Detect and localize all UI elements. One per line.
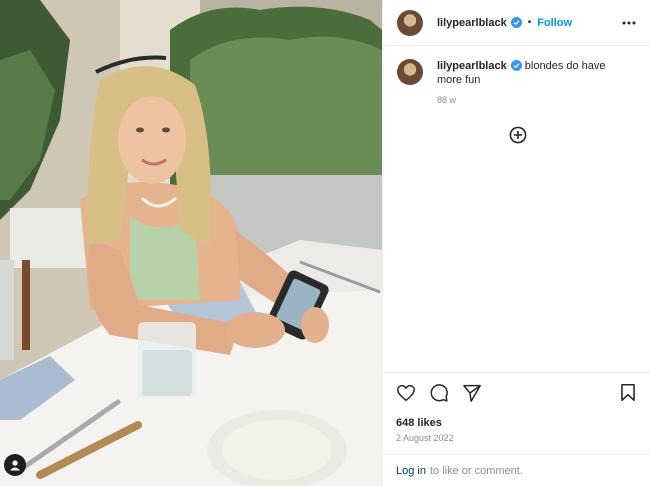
verified-badge-icon xyxy=(510,17,522,28)
bookmark-icon[interactable] xyxy=(617,382,639,404)
likes-count[interactable]: 648 likes xyxy=(396,417,442,429)
username-link[interactable]: lilypearlblack xyxy=(437,17,507,29)
heart-icon[interactable] xyxy=(395,382,417,404)
plus-circle-icon[interactable] xyxy=(509,126,527,144)
avatar[interactable] xyxy=(397,9,423,36)
login-link[interactable]: Log in xyxy=(396,465,426,477)
share-icon[interactable] xyxy=(461,382,483,404)
caption-avatar[interactable] xyxy=(397,59,423,85)
follow-button[interactable]: Follow xyxy=(537,17,572,29)
login-prompt: Log in to like or comment. xyxy=(383,454,650,486)
caption-username[interactable]: lilypearlblack xyxy=(437,60,507,72)
user-tag-icon xyxy=(10,460,20,471)
post-photo[interactable] xyxy=(0,0,382,486)
caption-verified-badge-icon xyxy=(510,60,522,71)
caption-block: lilypearlblack blondes do have more fun xyxy=(397,59,637,87)
login-prompt-text: to like or comment. xyxy=(429,464,523,477)
separator-dot: • xyxy=(527,17,532,28)
comment-icon[interactable] xyxy=(428,382,450,404)
post-header: lilypearlblack • Follow xyxy=(383,0,650,46)
post-date: 2 August 2022 xyxy=(396,433,454,443)
user-tag-button[interactable] xyxy=(4,454,26,476)
more-options-icon[interactable] xyxy=(619,13,639,33)
post-details-panel: lilypearlblack • Follow lilypearlblack b… xyxy=(382,0,650,486)
photo-illustration xyxy=(0,0,382,486)
action-bar xyxy=(383,372,650,412)
caption-text: lilypearlblack blondes do have more fun xyxy=(437,59,617,87)
caption-timestamp: 88 w xyxy=(437,95,457,105)
